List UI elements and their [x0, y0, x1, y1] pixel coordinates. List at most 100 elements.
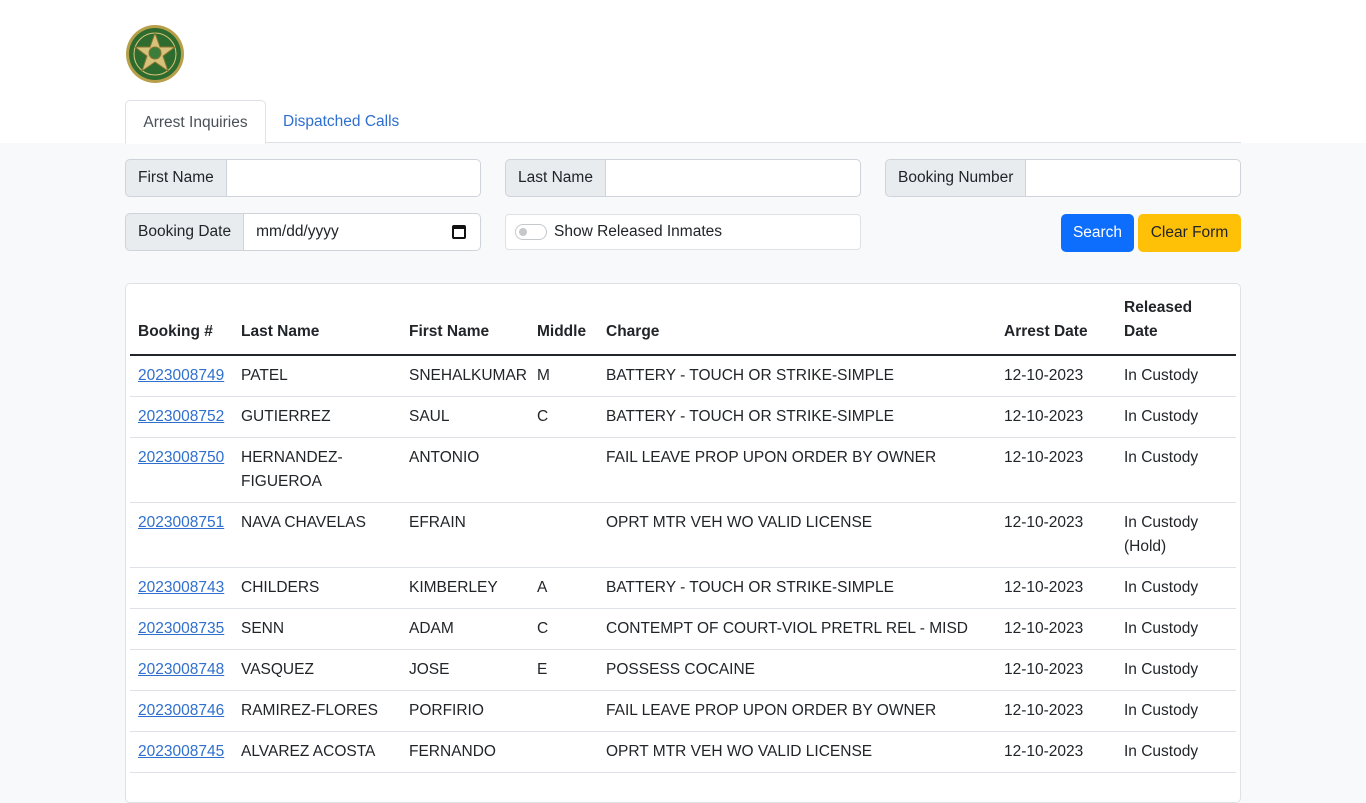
cell-arrest-date: 12-10-2023: [996, 731, 1116, 773]
cell-charge: OPRT MTR VEH WO VALID LICENSE: [598, 502, 996, 568]
cell-middle: E: [529, 649, 598, 691]
first-name-label: First Name: [125, 159, 227, 197]
calendar-icon[interactable]: [452, 225, 466, 239]
cell-last-name: ALVAREZ ACOSTA: [233, 731, 401, 773]
column-header-charge: Charge: [598, 284, 996, 356]
clear-form-button[interactable]: Clear Form: [1138, 214, 1241, 252]
booking-date-placeholder: mm/dd/yyyy: [256, 223, 339, 240]
cell-booking-number: 2023008750: [130, 437, 233, 503]
table-header-row: Booking # Last Name First Name Middle Charge…: [130, 284, 1236, 356]
booking-number-link[interactable]: 2023008748: [138, 661, 224, 678]
cell-released-date: In Custody: [1116, 567, 1236, 609]
cell-last-name: VASQUEZ: [233, 649, 401, 691]
booking-number-label: Booking Number: [885, 159, 1027, 197]
cell-booking-number: 2023008748: [130, 649, 233, 691]
table-row: 2023008745 ALVAREZ ACOSTA FERNANDO OPRT MTR…: [130, 731, 1236, 773]
cell-released-date: In Custody: [1116, 649, 1236, 691]
table-row: 2023008746 RAMIREZ-FLORES PORFIRIO FAIL LEA…: [130, 690, 1236, 732]
table-row: 2023008751 NAVA CHAVELAS EFRAIN OPRT MTR VE…: [130, 502, 1236, 568]
column-header-first-name: First Name: [401, 284, 529, 356]
cell-middle: [529, 690, 598, 732]
cell-released-date: In Custody: [1116, 731, 1236, 773]
last-name-label: Last Name: [505, 159, 606, 197]
cell-arrest-date: 12-10-2023: [996, 396, 1116, 438]
table-row: 2023008752 GUTIERREZ SAUL C BATTERY - TOUCH …: [130, 396, 1236, 438]
column-header-booking-number: Booking #: [130, 284, 233, 356]
cell-last-name: PATEL: [233, 355, 401, 397]
last-name-group: Last Name: [505, 159, 861, 197]
cell-first-name: ADAM: [401, 608, 529, 650]
table-body: 2023008749 PATEL SNEHALKUMAR M BATTERY - TOU…: [130, 355, 1236, 773]
cell-arrest-date: 12-10-2023: [996, 502, 1116, 568]
cell-released-date: In Custody: [1116, 690, 1236, 732]
booking-number-link[interactable]: 2023008751: [138, 514, 224, 531]
booking-number-link[interactable]: 2023008752: [138, 408, 224, 425]
cell-last-name: HERNANDEZ-FIGUEROA: [233, 437, 401, 503]
cell-charge: BATTERY - TOUCH OR STRIKE-SIMPLE: [598, 396, 996, 438]
cell-charge: POSSESS COCAINE: [598, 649, 996, 691]
sheriff-badge-logo-icon[interactable]: [125, 24, 185, 84]
cell-last-name: RAMIREZ-FLORES: [233, 690, 401, 732]
cell-arrest-date: 12-10-2023: [996, 437, 1116, 503]
booking-date-label: Booking Date: [125, 213, 245, 251]
cell-middle: A: [529, 567, 598, 609]
cell-booking-number: 2023008743: [130, 567, 233, 609]
cell-booking-number: 2023008749: [130, 355, 233, 397]
cell-last-name: SENN: [233, 608, 401, 650]
column-header-arrest-date: Arrest Date: [996, 284, 1116, 356]
table-row: 2023008743 CHILDERS KIMBERLEY A BATTERY - TO…: [130, 567, 1236, 609]
cell-booking-number: 2023008746: [130, 690, 233, 732]
first-name-input[interactable]: [226, 159, 481, 197]
booking-number-input[interactable]: [1026, 159, 1241, 197]
cell-booking-number: 2023008735: [130, 608, 233, 650]
cell-arrest-date: 12-10-2023: [996, 690, 1116, 732]
table-row: 2023008749 PATEL SNEHALKUMAR M BATTERY - TOU…: [130, 355, 1236, 397]
cell-charge: OPRT MTR VEH WO VALID LICENSE: [598, 731, 996, 773]
cell-first-name: KIMBERLEY: [401, 567, 529, 609]
tab-arrest-inquiries[interactable]: Arrest Inquiries: [125, 100, 266, 144]
cell-last-name: CHILDERS: [233, 567, 401, 609]
cell-first-name: PORFIRIO: [401, 690, 529, 732]
cell-booking-number: 2023008751: [130, 502, 233, 568]
cell-first-name: ANTONIO: [401, 437, 529, 503]
cell-charge: CONTEMPT OF COURT-VIOL PRETRL REL - MISD: [598, 608, 996, 650]
booking-date-input[interactable]: mm/dd/yyyy: [244, 213, 481, 251]
show-released-label[interactable]: Show Released Inmates: [554, 215, 722, 249]
booking-number-link[interactable]: 2023008743: [138, 579, 224, 596]
cell-released-date: In Custody: [1116, 355, 1236, 397]
table-row: 2023008750 HERNANDEZ-FIGUEROA ANTONIO FAIL …: [130, 437, 1236, 503]
cell-middle: C: [529, 396, 598, 438]
cell-charge: BATTERY - TOUCH OR STRIKE-SIMPLE: [598, 567, 996, 609]
tab-dispatched-calls[interactable]: Dispatched Calls: [267, 100, 415, 143]
cell-middle: [529, 502, 598, 568]
cell-middle: [529, 437, 598, 503]
cell-first-name: SNEHALKUMAR: [401, 355, 529, 397]
results-table: Booking # Last Name First Name Middle Charge…: [130, 284, 1236, 773]
cell-charge: FAIL LEAVE PROP UPON ORDER BY OWNER: [598, 690, 996, 732]
first-name-group: First Name: [125, 159, 481, 197]
cell-last-name: GUTIERREZ: [233, 396, 401, 438]
booking-number-link[interactable]: 2023008735: [138, 620, 224, 637]
booking-date-group: Booking Date mm/dd/yyyy: [125, 213, 481, 251]
cell-released-date: In Custody (Hold): [1116, 502, 1236, 568]
results-card: Booking # Last Name First Name Middle Charge…: [125, 283, 1241, 803]
booking-number-link[interactable]: 2023008749: [138, 367, 224, 384]
cell-charge: BATTERY - TOUCH OR STRIKE-SIMPLE: [598, 355, 996, 397]
cell-middle: [529, 731, 598, 773]
cell-arrest-date: 12-10-2023: [996, 355, 1116, 397]
search-button[interactable]: Search: [1061, 214, 1134, 252]
cell-first-name: EFRAIN: [401, 502, 529, 568]
column-header-middle: Middle: [529, 284, 598, 356]
cell-last-name: NAVA CHAVELAS: [233, 502, 401, 568]
last-name-input[interactable]: [605, 159, 861, 197]
cell-released-date: In Custody: [1116, 608, 1236, 650]
booking-number-link[interactable]: 2023008746: [138, 702, 224, 719]
cell-booking-number: 2023008745: [130, 731, 233, 773]
booking-number-link[interactable]: 2023008745: [138, 743, 224, 760]
cell-booking-number: 2023008752: [130, 396, 233, 438]
cell-first-name: SAUL: [401, 396, 529, 438]
booking-number-group: Booking Number: [885, 159, 1241, 197]
booking-number-link[interactable]: 2023008750: [138, 449, 224, 466]
table-row: 2023008748 VASQUEZ JOSE E POSSESS COCAINE 12-…: [130, 649, 1236, 691]
show-released-toggle[interactable]: [515, 224, 547, 240]
